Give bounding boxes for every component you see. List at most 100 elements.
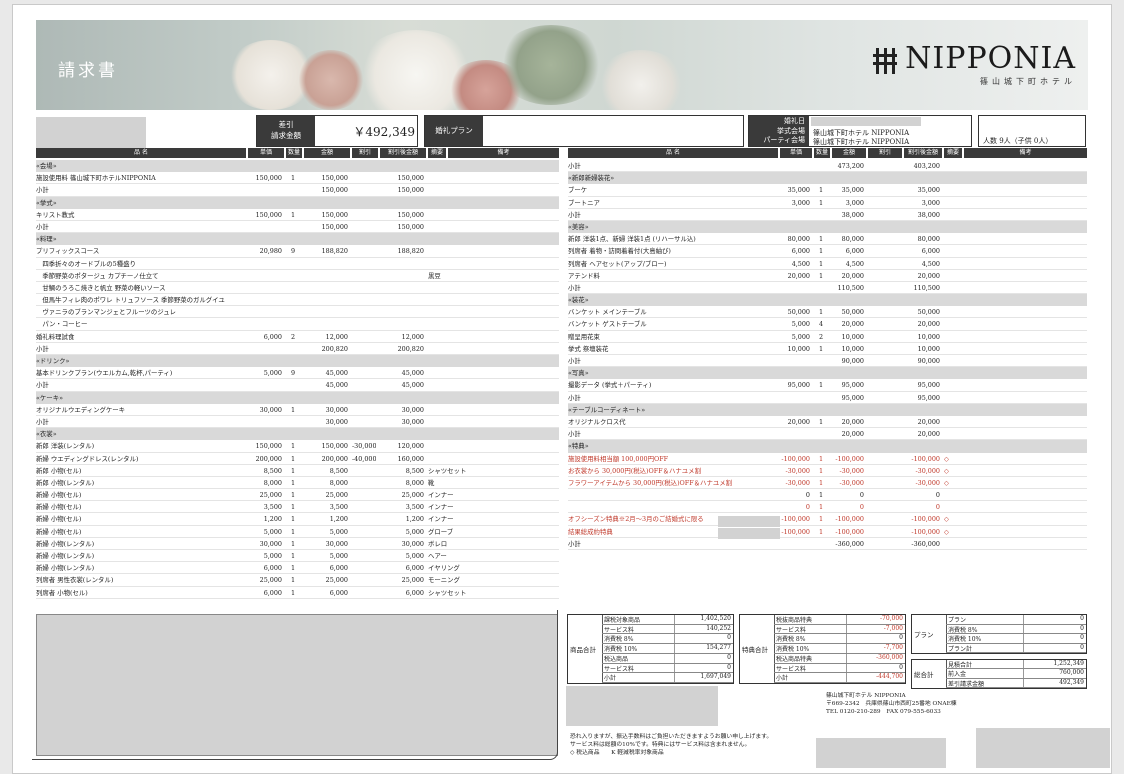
brand-subtitle: 篠山城下町ホテル [980,77,1076,86]
cell-q: 1 [818,271,824,280]
totals-value: 1,697,049 [700,673,731,681]
cell-q: 9 [290,369,296,378]
table-row: 但馬牛フィレ肉のポワレ トリュフソース 季節野菜のガルグイユ [36,294,559,307]
table-row: アテンド料 20,000 1 20,000 20,000 [568,270,1087,282]
cell-p: -100,000 [781,527,810,536]
brand-logo: NIPPONIA 篠山城下町ホテル [873,44,1076,87]
cell-n: «テーブルコーディネート» [568,405,646,414]
totals-key: 消費税 8% [604,636,634,644]
venue-box: 婚礼日 挙式会場 パーティ会場 篠山城下町ホテル NIPPONIA 篠山城下町ホ… [748,115,972,147]
table-row: 婚礼料理試食 6,000 2 12,000 12,000 [36,331,559,343]
totals-row: サービス料 -7,000 [774,624,905,635]
table-row: お衣裳から 30,000円(税込)OFF＆ハナユメ割 -30,000 1 -30,00… [568,465,1087,477]
cell-a: 6,000 [845,247,864,256]
cell-a: 35,000 [841,186,864,195]
cell-q: 1 [290,174,296,183]
cell-n: 新婦 ウエディングドレス(レンタル) [36,454,139,463]
venue-label-cell: 婚礼日 挙式会場 パーティ会場 [749,116,809,146]
totals-row: 見積合計 1,252,349 [946,660,1086,670]
ceremony-venue-label: 挙式会場 [777,126,805,135]
cell-p: 0 [805,491,810,500]
cell-p: 20,000 [787,271,810,280]
column-header-left-1: 単価 [248,148,284,158]
cell-p: 5,000 [791,320,810,329]
totals-col-divider [846,653,848,663]
note-service-charge: サービス料は総額の10%です。特典にはサービス料は含まれません。 [570,742,751,748]
flower-decoration [496,25,606,105]
redacted-benefit-name [718,527,780,539]
cell-q: 1 [818,247,824,256]
cell-a: 20,000 [841,271,864,280]
column-header-right-5: 割引後金額 [904,148,942,158]
totals-col-divider [1023,615,1024,624]
cell-m: ボレロ [428,539,448,548]
table-row: 施設使用料相当額 100,000円OFF -100,000 1 -100,000 -10… [568,453,1087,465]
cell-q: 1 [818,198,824,207]
cell-q: 1 [818,259,824,268]
cell-n: «衣裳» [36,430,57,439]
redacted-wedding-date [811,117,921,126]
cell-p: 150,000 [255,210,282,219]
section-header-row: «新郎新婦装花» [568,172,1087,185]
cell-p: 95,000 [787,381,810,390]
cell-m: ヘアー [428,552,447,560]
cell-a: 30,000 [325,405,348,414]
cell-f: 20,000 [917,320,940,329]
totals-value: -7,000 [883,624,903,632]
totals-key: 税込商品特典 [776,655,813,663]
table-row: 0100 [568,489,1087,502]
table-row: 列席者 ヘアセット(アップ/ブロー) 4,500 1 4,500 4,500 [568,258,1087,270]
cell-m: インナー [428,491,454,500]
totals-label: 商品合計 [570,646,596,654]
cell-n: 列席者 着物・訪問着着付(大島紬び) [568,247,671,256]
totals-row: 課税対象商品 1,402,520 [602,615,733,625]
column-header-right-0: 品 名 [568,148,778,158]
cell-n: 小計 [568,283,581,292]
cell-a: 20,000 [841,320,864,329]
cell-n: 列席者 ヘアセット(アップ/ブロー) [568,259,667,268]
cell-f: -30,000 [915,466,940,475]
totals-key: 消費税 8% [776,636,806,644]
discount-label: 差引 [278,120,294,129]
totals-value: 1,402,520 [700,615,731,622]
guest-count-box: 人数 9人（子供 0人） [978,115,1086,147]
section-header-row: «美容» [568,220,1087,234]
redacted-stamp-2 [976,728,1110,768]
cell-a: 200,820 [321,344,348,353]
cell-n: 小計 [568,210,581,219]
cell-n: オリジナルクロス代 [568,417,626,426]
totals-value: 0 [1080,615,1084,622]
cell-d: -30,000 [352,442,376,451]
cell-q: 1 [818,308,824,317]
table-row: ブーケ 35,000 1 35,000 35,000 [568,184,1087,197]
column-header-right-3: 金額 [832,148,866,158]
party-venue-label: パーティ会場 [763,136,805,144]
cell-p: 10,000 [787,344,810,353]
cell-f: 6,000 [405,588,424,597]
totals-row: 税込商品特典 -360,000 [774,653,905,664]
cell-f: 6,000 [405,564,424,573]
cell-f: 150,000 [397,186,424,195]
table-row: オフシーズン特典※2月～3月のご結婚式に限る -100,000 1 -100,000-… [568,513,1087,526]
cell-n: «挙式» [36,198,57,207]
totals-value: -7,700 [883,644,903,652]
table-row: 四季折々のオードブルの5種盛り [36,258,559,270]
cell-f: 30,000 [401,417,424,426]
cell-p: 50,000 [787,308,810,317]
cell-n: 贈呈用花束 [568,332,600,341]
totals-col-divider [846,615,848,624]
cell-f: 8,500 [405,466,424,475]
totals-row: 消費税 8% 0 [602,634,733,645]
totals-key: 差引請求金額 [948,680,985,688]
cell-n: 新郎 小物(レンタル) [36,478,95,487]
column-header-right-4: 割引 [868,148,902,158]
cell-q: 1 [290,454,296,463]
cell-a: 10,000 [841,332,864,341]
cell-d: -40,000 [352,454,376,463]
invoice-amount: ￥492,349 [353,125,415,139]
cell-n: 四季折々のオードブルの5種盛り [36,259,136,268]
guest-count: 人数 9人（子供 0人） [983,137,1053,145]
totals-key: サービス料 [776,626,807,634]
cell-m: ◇ [944,466,949,475]
cell-n: 列席者 小物(セル) [36,588,88,597]
